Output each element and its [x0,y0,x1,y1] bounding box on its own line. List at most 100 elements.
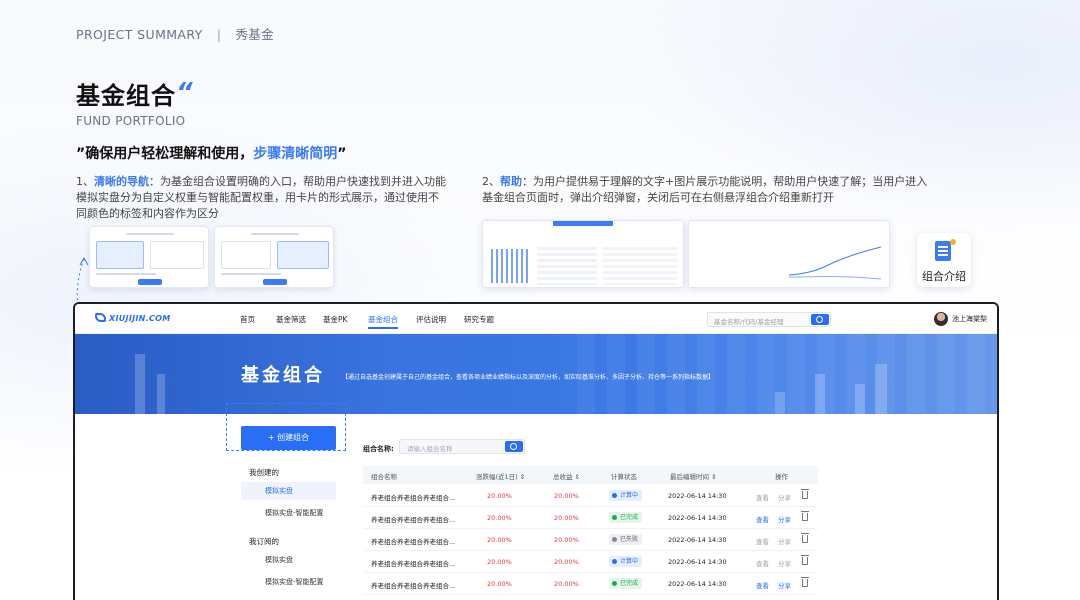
table-row[interactable]: 养老组合养老组合养老组合... 20.00% 20.00% 已失败 2022-06-14… [363,529,818,551]
share-link[interactable]: 分享 [778,492,791,502]
page-banner: 基金组合 【通过自选基金创建属于自己的基金组合，查看各项业绩业绩指标以及深度的分… [75,334,997,414]
row-time: 2022-06-14 14:30 [668,536,727,544]
tagline-highlight: 步骤清晰简明 [253,146,338,162]
search-placeholder: 基金名称/代码/基金经理 [714,318,784,326]
table-row[interactable]: 养老组合养老组合养老组合... 20.00% 20.00% 已完成 2022-06-14… [363,573,818,595]
share-link[interactable]: 分享 [778,580,791,590]
row-name[interactable]: 养老组合养老组合养老组合... [371,580,455,590]
combo-intro-label: 组合介绍 [922,270,966,283]
col-name: 组合名称 [371,473,397,481]
trash-icon[interactable] [801,489,809,499]
view-link[interactable]: 查看 [756,536,769,546]
trash-icon[interactable] [801,555,809,565]
trash-icon[interactable] [801,511,809,521]
filter-label: 组合名称: [363,445,394,453]
page-subtitle: FUND PORTFOLIO [76,114,186,128]
table-header: 组合名称 涨跌幅(近1日) ⇕ 总收益 ⇕ 计算状态 最后编辑时间 ⇕ 操作 [363,466,818,484]
row-time: 2022-06-14 14:30 [668,492,727,500]
share-link[interactable]: 分享 [778,514,791,524]
view-link[interactable]: 查看 [756,514,769,524]
title-quote-mark: “ [176,78,193,108]
nav-research[interactable]: 研究专题 [464,314,494,325]
tagline-quote-open: ” [76,146,86,162]
site-logo[interactable]: XIUJIJIN.COM [95,313,171,323]
row-change: 20.00% [487,580,512,588]
table-row[interactable]: 养老组合养老组合养老组合... 20.00% 20.00% 计算中 2022-06-14… [363,485,818,507]
col-time[interactable]: 最后编辑时间 ⇕ [670,471,717,481]
row-total: 20.00% [554,558,579,566]
point-help: 2、帮助：为用户提供易于理解的文字+图片展示功能说明，帮助用户快速了解；当用户进… [482,174,932,206]
point-text: ：为用户提供易于理解的文字+图片展示功能说明，帮助用户快速了解；当用户进入基金组… [482,175,928,204]
portfolio-name-input[interactable]: 请输入组合名称 [399,439,525,454]
row-name[interactable]: 养老组合养老组合养老组合... [371,558,455,568]
point-index: 2、 [482,175,500,188]
nav-fund-portfolio[interactable]: 基金组合 [368,314,398,329]
top-nav: XIUJIJIN.COM 首页 基金筛选 基金PK 基金组合 评估说明 研究专题… [75,304,997,334]
tagline-quote-close: ” [337,146,347,162]
share-link[interactable]: 分享 [778,536,791,546]
page-header: PROJECT SUMMARY | 秀基金 [76,24,274,43]
row-change: 20.00% [487,536,512,544]
view-link[interactable]: 查看 [756,580,769,590]
highlight-frame [226,403,346,451]
search-icon[interactable] [505,441,523,452]
view-link[interactable]: 查看 [756,492,769,502]
project-label: PROJECT SUMMARY [76,27,203,42]
view-link[interactable]: 查看 [756,558,769,568]
share-link[interactable]: 分享 [778,558,791,568]
row-total: 20.00% [554,536,579,544]
logo-icon [95,313,106,322]
row-total: 20.00% [554,514,579,522]
page-title: 基金组合 [76,82,176,110]
sidebar-item-sim-smart[interactable]: 模拟实盘-智能配置 [241,504,336,522]
row-name[interactable]: 养老组合养老组合养老组合... [371,514,455,524]
tagline: ”确保用户轻松理解和使用，步骤清晰简明” [76,143,346,163]
nav-fund-pk[interactable]: 基金PK [323,314,347,325]
point-index: 1、 [76,175,94,188]
status-badge: 已完成 [609,578,643,589]
row-time: 2022-06-14 14:30 [668,580,727,588]
col-change[interactable]: 涨跌幅(近1日) ⇕ [476,471,525,481]
app-window: XIUJIJIN.COM 首页 基金筛选 基金PK 基金组合 评估说明 研究专题… [73,302,999,600]
point-key: 帮助 [500,175,522,188]
row-change: 20.00% [487,558,512,566]
sidebar-item-sub-sim[interactable]: 模拟实盘 [241,551,336,569]
global-search-input[interactable]: 基金名称/代码/基金经理 [707,312,831,327]
sidebar-item-sub-sim-smart[interactable]: 模拟实盘-智能配置 [241,573,336,591]
group-subscribed-title: 我订阅的 [249,537,279,546]
sidebar-item-sim[interactable]: 模拟实盘 [241,482,336,500]
nav-fund-filter[interactable]: 基金筛选 [276,314,306,325]
filter-placeholder: 请输入组合名称 [407,445,453,453]
nav-card-thumbnail-smart [214,226,334,288]
group-created-title: 我创建的 [249,468,279,477]
nav-home[interactable]: 首页 [240,314,255,325]
row-time: 2022-06-14 14:30 [668,514,727,522]
banner-title: 基金组合 [241,365,325,386]
help-popup-thumbnail-curve [688,220,890,288]
row-name[interactable]: 养老组合养老组合养老组合... [371,492,455,502]
table-row[interactable]: 养老组合养老组合养老组合... 20.00% 20.00% 已完成 2022-06-14… [363,507,818,529]
row-name[interactable]: 养老组合养老组合养老组合... [371,536,455,546]
point-key: 清晰的导航 [94,175,149,188]
banner-description: 【通过自选基金创建属于自己的基金组合，查看各项业绩业绩指标以及深度的分析，如实际… [342,374,715,381]
table-row[interactable]: 养老组合养老组合养老组合... 20.00% 20.00% 计算中 2022-06-14… [363,551,818,573]
avatar[interactable] [934,312,948,326]
status-badge: 计算中 [609,490,643,501]
trash-icon[interactable] [801,577,809,587]
row-total: 20.00% [554,492,579,500]
header-separator: | [216,27,222,42]
row-change: 20.00% [487,492,512,500]
tagline-text: 确保用户轻松理解和使用， [85,146,254,162]
col-total[interactable]: 总收益 ⇕ [553,471,580,481]
row-change: 20.00% [487,514,512,522]
status-badge: 已完成 [609,512,643,523]
search-icon[interactable] [811,314,829,325]
trash-icon[interactable] [801,533,809,543]
combo-intro-button[interactable]: 组合介绍 [917,233,971,287]
logo-text: XIUJIJIN.COM [109,314,171,323]
row-time: 2022-06-14 14:30 [668,558,727,566]
status-badge: 已失败 [609,534,643,545]
user-name[interactable]: 池上海棠梨 [952,314,987,324]
col-actions: 操作 [775,473,788,481]
nav-evaluation[interactable]: 评估说明 [416,314,446,325]
